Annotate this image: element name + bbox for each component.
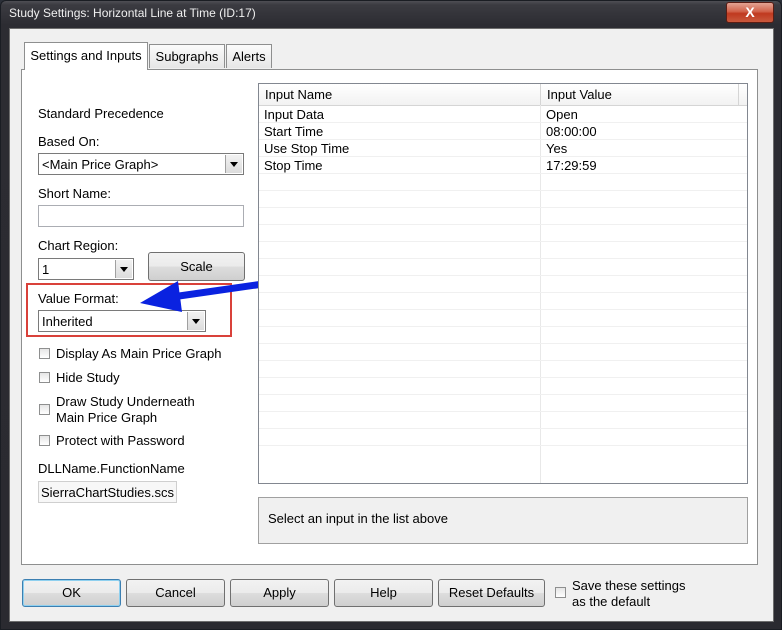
short-name-input[interactable] bbox=[38, 205, 244, 227]
protect-password-checkbox[interactable] bbox=[39, 435, 50, 446]
based-on-value: <Main Price Graph> bbox=[42, 157, 159, 172]
display-as-main-checkbox[interactable] bbox=[39, 348, 50, 359]
annotation-arrow-icon bbox=[140, 279, 274, 312]
row-divider bbox=[259, 309, 747, 310]
value-format-value: Inherited bbox=[42, 314, 93, 329]
apply-button[interactable]: Apply bbox=[230, 579, 329, 607]
row-divider bbox=[259, 122, 747, 123]
title-bar[interactable]: Study Settings: Horizontal Line at Time … bbox=[1, 1, 781, 27]
chevron-down-icon[interactable] bbox=[115, 260, 132, 278]
dll-name-value: SierraChartStudies.scs bbox=[41, 485, 174, 500]
based-on-label: Based On: bbox=[38, 134, 100, 149]
based-on-select[interactable]: <Main Price Graph> bbox=[38, 153, 244, 175]
ok-button[interactable]: OK bbox=[22, 579, 121, 607]
column-header-input-value[interactable]: Input Value bbox=[541, 84, 739, 105]
inputs-list[interactable]: Input Name Input Value Input Data Open S… bbox=[258, 83, 748, 484]
row-divider bbox=[259, 139, 747, 140]
chart-region-value: 1 bbox=[42, 262, 50, 277]
help-button[interactable]: Help bbox=[334, 579, 433, 607]
row-divider bbox=[259, 343, 747, 344]
input-name-cell[interactable]: Stop Time bbox=[264, 158, 323, 173]
row-divider bbox=[259, 377, 747, 378]
input-name-cell[interactable]: Start Time bbox=[264, 124, 323, 139]
hide-study-checkbox[interactable] bbox=[39, 372, 50, 383]
input-name-cell[interactable]: Use Stop Time bbox=[264, 141, 349, 156]
draw-underneath-checkbox[interactable] bbox=[39, 404, 50, 415]
row-divider bbox=[259, 394, 747, 395]
row-divider bbox=[259, 241, 747, 242]
tab-alerts[interactable]: Alerts bbox=[226, 44, 272, 68]
window-title: Study Settings: Horizontal Line at Time … bbox=[9, 6, 256, 20]
chart-region-select[interactable]: 1 bbox=[38, 258, 134, 280]
row-divider bbox=[259, 360, 747, 361]
draw-underneath-label-line2[interactable]: Main Price Graph bbox=[56, 410, 157, 425]
column-header-input-name[interactable]: Input Name bbox=[259, 84, 541, 105]
hide-study-label[interactable]: Hide Study bbox=[56, 370, 120, 385]
row-divider bbox=[259, 411, 747, 412]
protect-password-label[interactable]: Protect with Password bbox=[56, 433, 185, 448]
input-value-cell[interactable]: Yes bbox=[546, 141, 567, 156]
input-value-cell[interactable]: Open bbox=[546, 107, 578, 122]
save-default-label-line2[interactable]: as the default bbox=[572, 594, 650, 609]
input-name-cell[interactable]: Input Data bbox=[264, 107, 324, 122]
input-value-cell[interactable]: 08:00:00 bbox=[546, 124, 597, 139]
dll-name-label: DLLName.FunctionName bbox=[38, 461, 185, 476]
row-divider bbox=[259, 428, 747, 429]
cancel-button[interactable]: Cancel bbox=[126, 579, 225, 607]
row-divider bbox=[259, 224, 747, 225]
standard-precedence-label: Standard Precedence bbox=[38, 106, 164, 121]
chevron-down-icon[interactable] bbox=[225, 155, 242, 173]
tab-subgraphs[interactable]: Subgraphs bbox=[149, 44, 225, 68]
value-format-label: Value Format: bbox=[38, 291, 119, 306]
row-divider bbox=[259, 258, 747, 259]
chart-region-label: Chart Region: bbox=[38, 238, 119, 253]
draw-underneath-label[interactable]: Draw Study Underneath bbox=[56, 394, 195, 409]
save-default-checkbox[interactable] bbox=[555, 587, 566, 598]
input-value-cell[interactable]: 17:29:59 bbox=[546, 158, 597, 173]
dll-name-field: SierraChartStudies.scs bbox=[38, 481, 177, 503]
short-name-label: Short Name: bbox=[38, 186, 111, 201]
row-divider bbox=[259, 326, 747, 327]
display-as-main-label[interactable]: Display As Main Price Graph bbox=[56, 346, 221, 361]
input-description-text: Select an input in the list above bbox=[268, 511, 448, 526]
row-divider bbox=[259, 190, 747, 191]
row-divider bbox=[259, 156, 747, 157]
row-divider bbox=[259, 275, 747, 276]
reset-defaults-button[interactable]: Reset Defaults bbox=[438, 579, 545, 607]
row-divider bbox=[259, 292, 747, 293]
close-button[interactable]: X bbox=[726, 2, 774, 23]
save-default-label[interactable]: Save these settings bbox=[572, 578, 685, 593]
input-description: Select an input in the list above bbox=[258, 497, 748, 544]
row-divider bbox=[259, 445, 747, 446]
tab-settings-and-inputs[interactable]: Settings and Inputs bbox=[24, 42, 148, 70]
row-divider bbox=[259, 173, 747, 174]
row-divider bbox=[259, 207, 747, 208]
inputs-list-header: Input Name Input Value bbox=[259, 84, 747, 106]
